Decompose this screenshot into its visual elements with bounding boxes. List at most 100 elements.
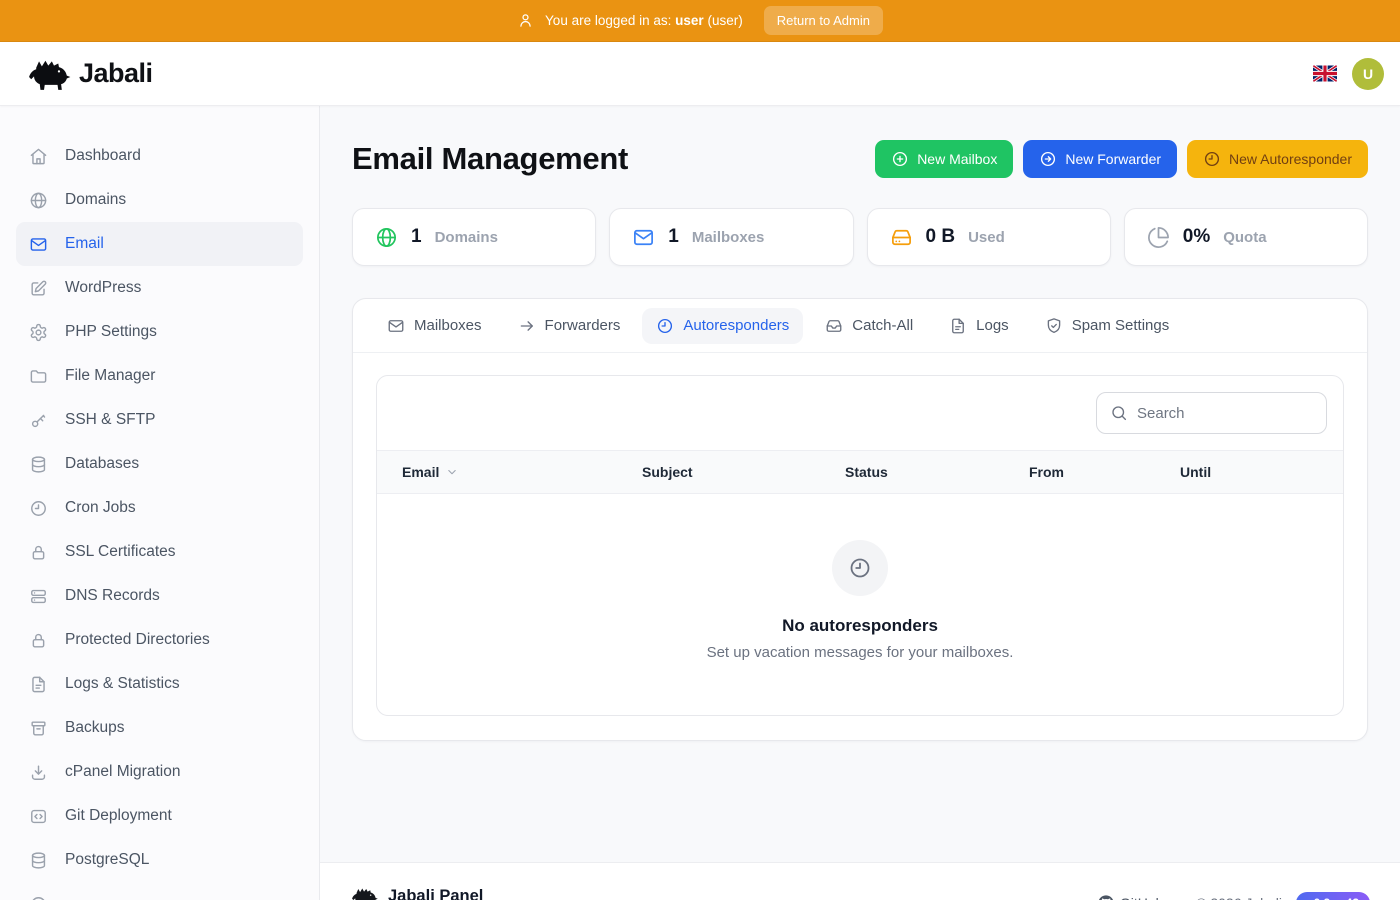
page-head: Email Management New Mailbox New Forward… [352, 140, 1368, 178]
tab-spam-settings[interactable]: Spam Settings [1031, 308, 1184, 344]
sidebar-item-ssl-certificates[interactable]: SSL Certificates [16, 530, 303, 574]
stat-value: 1 [668, 226, 679, 247]
sidebar-item-git-deployment[interactable]: Git Deployment [16, 794, 303, 838]
clock-icon [848, 556, 872, 580]
empty-state-icon-wrap [832, 540, 888, 596]
column-header-subject[interactable]: Subject [642, 464, 845, 480]
stat-label: Mailboxes [691, 228, 765, 246]
brand-name: Jabali [79, 58, 153, 88]
stats-row: 1 Domains 1 Mailboxes 0 B Used 0% Quota [352, 208, 1368, 266]
sidebar-item-wordpress[interactable]: WordPress [16, 266, 303, 310]
sidebar-item-cpanel-migration[interactable]: cPanel Migration [16, 750, 303, 794]
github-link[interactable]: GitHub [1098, 895, 1163, 900]
code-icon [29, 807, 48, 826]
tab-label: Mailboxes [414, 317, 482, 334]
sidebar-item-label: SSH & SFTP [65, 411, 156, 428]
sidebar-item-protected-directories[interactable]: Protected Directories [16, 618, 303, 662]
tab-forwarders[interactable]: Forwarders [504, 308, 635, 344]
sidebar-item-label: Backups [65, 719, 125, 736]
app-body: Dashboard Domains Email WordPress PHP Se… [0, 106, 1400, 900]
page-actions: New Mailbox New Forwarder New Autorespon… [875, 140, 1368, 178]
edit-icon [29, 279, 48, 298]
boar-logo-icon [26, 55, 72, 92]
column-header-email[interactable]: Email [402, 464, 642, 480]
panel-body: Email Subject Status From [353, 353, 1367, 740]
sidebar-item-label: Email [65, 235, 104, 252]
version-badge: v0.9-rc42 [1295, 892, 1370, 900]
stat-value: 1 [411, 226, 422, 247]
new-forwarder-button[interactable]: New Forwarder [1023, 140, 1178, 178]
sidebar-item-label: PostgreSQL [65, 851, 150, 868]
sidebar-item-php-settings[interactable]: PHP Settings [16, 310, 303, 354]
email-panel: Mailboxes Forwarders Autoresponders Catc… [352, 298, 1368, 741]
empty-state: No autoresponders Set up vacation messag… [377, 494, 1343, 715]
arrow-right-icon [518, 317, 536, 335]
sidebar-item-file-manager[interactable]: File Manager [16, 354, 303, 398]
tab-mailboxes[interactable]: Mailboxes [373, 308, 496, 344]
stat-card-used: 0 B Used [866, 208, 1111, 266]
file-text-icon [949, 317, 967, 335]
home-icon [29, 147, 48, 166]
column-header-from[interactable]: From [1029, 464, 1180, 480]
inbox-icon [825, 317, 843, 335]
key-icon [29, 411, 48, 430]
tab-label: Autoresponders [683, 317, 790, 334]
sidebar-item-logs-statistics[interactable]: Logs & Statistics [16, 662, 303, 706]
new-autoresponder-button[interactable]: New Autoresponder [1187, 140, 1368, 178]
lock-icon [29, 543, 48, 562]
footer-brand-name: Jabali Panel [388, 887, 484, 900]
column-header-until[interactable]: Until [1180, 464, 1318, 480]
stat-card-mailboxes: 1 Mailboxes [609, 208, 854, 266]
user-icon [517, 12, 534, 29]
login-message: You are logged in as: user (user) [545, 13, 743, 28]
sidebar-item-email[interactable]: Email [16, 222, 303, 266]
tab-catch-all[interactable]: Catch-All [811, 308, 927, 344]
footer: Jabali Panel GitHub · © 2026 Jabali v0.9… [320, 862, 1400, 900]
sidebar-item-ssh-sftp[interactable]: SSH & SFTP [16, 398, 303, 442]
search-input[interactable] [1137, 404, 1313, 422]
tab-logs[interactable]: Logs [935, 308, 1023, 344]
avatar[interactable]: U [1352, 57, 1384, 90]
stat-label: Used [968, 228, 1005, 246]
stat-value: 0% [1182, 226, 1211, 247]
github-icon [1098, 895, 1114, 900]
tab-autoresponders[interactable]: Autoresponders [642, 307, 804, 344]
login-username: user [675, 13, 704, 28]
return-to-admin-button[interactable]: Return to Admin [763, 6, 883, 35]
app-header: Jabali U [0, 42, 1400, 106]
new-mailbox-button[interactable]: New Mailbox [875, 140, 1014, 178]
sidebar-item-domains[interactable]: Domains [16, 178, 303, 222]
page-title: Email Management [352, 141, 629, 176]
sidebar-item-postgresql[interactable]: PostgreSQL [16, 838, 303, 882]
folder-icon [29, 367, 48, 386]
mail-icon [29, 235, 48, 254]
button-label: New Mailbox [917, 151, 998, 167]
sidebar-item-dashboard[interactable]: Dashboard [16, 134, 303, 178]
stat-card-domains: 1 Domains [352, 208, 597, 266]
brand[interactable]: Jabali [26, 55, 153, 92]
sidebar: Dashboard Domains Email WordPress PHP Se… [0, 106, 320, 900]
login-message-prefix: You are logged in as: [545, 13, 672, 28]
language-flag-button[interactable] [1313, 65, 1337, 82]
download-icon [29, 763, 48, 782]
column-label: From [1029, 464, 1064, 480]
sidebar-item-databases[interactable]: Databases [16, 442, 303, 486]
sidebar-item-label: DNS Records [65, 587, 160, 604]
search-box[interactable] [1096, 392, 1327, 434]
column-header-status[interactable]: Status [845, 464, 1029, 480]
clock-icon [1203, 150, 1221, 168]
column-label: Subject [642, 464, 693, 480]
sidebar-item-label: WordPress [65, 279, 142, 296]
sidebar-item-label: cPanel Migration [65, 763, 181, 780]
clock-icon [656, 317, 674, 335]
sidebar-item-partial[interactable] [16, 882, 303, 900]
tab-bar: Mailboxes Forwarders Autoresponders Catc… [353, 299, 1367, 353]
sidebar-item-dns-records[interactable]: DNS Records [16, 574, 303, 618]
sidebar-item-label: Dashboard [65, 147, 141, 164]
mail-icon [632, 226, 655, 249]
sidebar-item-cron-jobs[interactable]: Cron Jobs [16, 486, 303, 530]
topbar: You are logged in as: user (user) Return… [0, 0, 1400, 42]
button-label: New Forwarder [1065, 151, 1162, 167]
search-row [377, 376, 1343, 450]
sidebar-item-backups[interactable]: Backups [16, 706, 303, 750]
